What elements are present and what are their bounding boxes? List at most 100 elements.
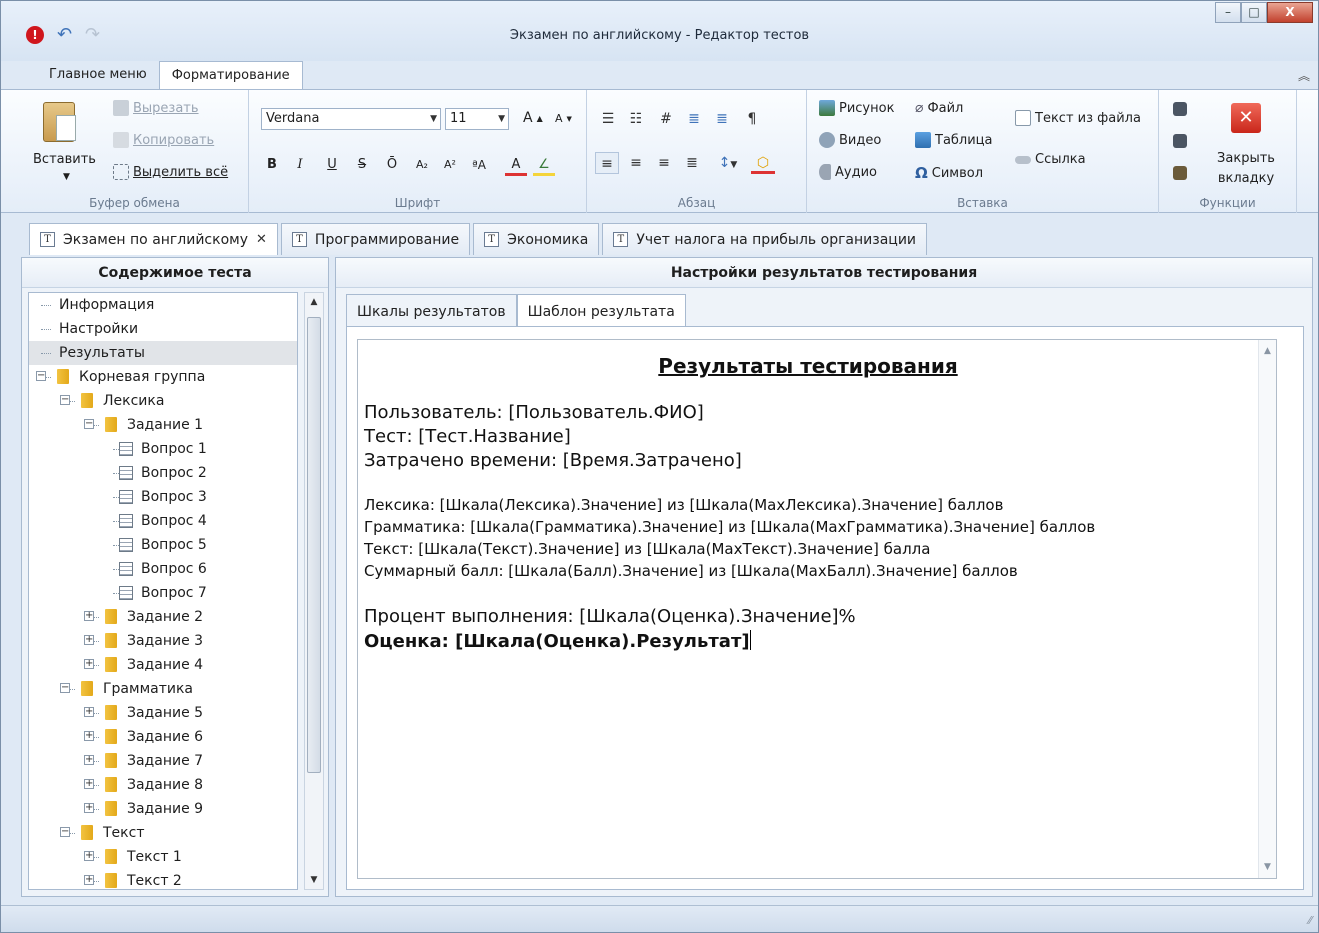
tree-item[interactable]: Настройки [29, 317, 297, 341]
fill-color-button[interactable]: ⬡ [751, 152, 775, 174]
grow-font-button[interactable]: A ▲ [523, 110, 543, 126]
align-left-button[interactable]: ≡ [595, 152, 619, 174]
editor-scrollbar[interactable]: ▲ ▼ [1258, 340, 1276, 878]
tree-item[interactable]: Вопрос 7 [29, 581, 297, 605]
tab-formatting[interactable]: Форматирование [158, 61, 303, 89]
line-spacing-button[interactable]: ↕▼ [711, 152, 745, 174]
tree-item[interactable]: + Задание 8 [29, 773, 297, 797]
doc-tab-programming[interactable]: T Программирование [280, 223, 471, 255]
find-icon[interactable] [1173, 102, 1187, 116]
tree-item[interactable]: Вопрос 1 [29, 437, 297, 461]
doc-tab-tax-accounting[interactable]: T Учет налога на прибыль организации [602, 223, 928, 255]
collapse-icon[interactable]: − [84, 419, 94, 429]
align-right-button[interactable]: ≡ [653, 152, 675, 174]
tree-item[interactable]: Вопрос 3 [29, 485, 297, 509]
tree-item[interactable]: Вопрос 5 [29, 533, 297, 557]
insert-file-button[interactable]: ⌀ Файл [915, 100, 963, 116]
doc-tab-economics[interactable]: T Экономика [473, 223, 600, 255]
template-editor[interactable]: Результаты тестирования Пользователь: [П… [357, 339, 1277, 879]
close-tab-button[interactable]: Закрыть вкладку [1211, 149, 1281, 189]
font-color-button[interactable]: A [505, 154, 527, 176]
insert-audio-button[interactable]: Аудио [819, 164, 877, 180]
tree-item[interactable]: + Задание 3 [29, 629, 297, 653]
paste-button[interactable]: Вставить [33, 152, 96, 167]
expand-icon[interactable]: + [84, 875, 94, 885]
tree-item[interactable]: + Задание 6 [29, 725, 297, 749]
resize-grip-icon[interactable]: ⁄⁄ [1308, 914, 1312, 927]
tree-item[interactable]: + Задание 5 [29, 701, 297, 725]
collapse-icon[interactable]: − [60, 683, 70, 693]
overline-button[interactable]: Ō [383, 154, 401, 176]
insert-video-button[interactable]: Видео [819, 132, 881, 148]
scroll-up-icon[interactable]: ▲ [305, 293, 323, 311]
underline-button[interactable]: U [323, 154, 341, 176]
close-window-button[interactable]: X [1267, 2, 1313, 23]
expand-icon[interactable]: + [84, 755, 94, 765]
decrease-indent-button[interactable]: ≣ [683, 108, 705, 130]
tab-result-scales[interactable]: Шкалы результатов [346, 294, 517, 328]
close-icon[interactable]: ✕ [256, 224, 267, 256]
tree-item[interactable]: Результаты [29, 341, 297, 365]
tab-result-template[interactable]: Шаблон результата [516, 294, 686, 328]
tree-item[interactable]: + Задание 9 [29, 797, 297, 821]
tree-item[interactable]: Вопрос 6 [29, 557, 297, 581]
bullets-button[interactable]: ☰ [597, 108, 619, 130]
subscript-button[interactable]: A₂ [411, 154, 433, 176]
expand-icon[interactable]: + [84, 731, 94, 741]
collapse-ribbon-icon[interactable]: ︽ [1298, 67, 1310, 84]
tree-item[interactable]: + Задание 7 [29, 749, 297, 773]
highlight-button[interactable]: ∠ [533, 154, 555, 176]
insert-picture-button[interactable]: Рисунок [819, 100, 894, 116]
insert-table-button[interactable]: Таблица [915, 132, 993, 148]
expand-icon[interactable]: + [84, 851, 94, 861]
scroll-thumb[interactable] [307, 317, 321, 773]
collapse-icon[interactable]: − [60, 827, 70, 837]
replace-icon[interactable] [1173, 166, 1187, 180]
tree-item[interactable]: + Текст 1 [29, 845, 297, 869]
select-all-button[interactable]: Выделить всё [113, 164, 228, 180]
expand-icon[interactable]: + [84, 659, 94, 669]
insert-link-button[interactable]: Ссылка [1015, 152, 1086, 167]
collapse-icon[interactable]: − [60, 395, 70, 405]
find-next-icon[interactable] [1173, 134, 1187, 148]
align-center-button[interactable]: ≡ [625, 152, 647, 174]
font-size-select[interactable]: 11 ▼ [445, 108, 509, 130]
tree-item[interactable]: − Задание 1 [29, 413, 297, 437]
font-family-select[interactable]: Verdana ▼ [261, 108, 441, 130]
pilcrow-icon[interactable]: ¶ [741, 108, 763, 130]
scroll-up-icon[interactable]: ▲ [1259, 346, 1276, 356]
tree-item[interactable]: − Текст [29, 821, 297, 845]
insert-symbol-button[interactable]: Ω Символ [915, 164, 983, 182]
expand-icon[interactable]: + [84, 803, 94, 813]
tree-item[interactable]: − Корневая группа [29, 365, 297, 389]
tree-scrollbar[interactable]: ▲ ▼ [304, 292, 324, 890]
expand-icon[interactable]: + [84, 779, 94, 789]
tree-item[interactable]: + Задание 4 [29, 653, 297, 677]
italic-button[interactable]: I [291, 154, 309, 176]
tab-main-menu[interactable]: Главное меню [37, 61, 159, 89]
doc-tab-english-exam[interactable]: T Экзамен по английскому ✕ [29, 223, 278, 255]
paste-icon[interactable] [43, 102, 76, 142]
numbered-list-button[interactable]: # [655, 108, 677, 130]
test-tree[interactable]: Информация Настройки Результаты − Корневая г… [28, 292, 298, 890]
tree-item[interactable]: − Грамматика [29, 677, 297, 701]
tree-item[interactable]: + Задание 2 [29, 605, 297, 629]
superscript-button[interactable]: A² [439, 154, 461, 176]
strikethrough-button[interactable]: S [353, 154, 371, 176]
bold-button[interactable]: B [261, 154, 283, 176]
tree-item[interactable]: + Текст 2 [29, 869, 297, 889]
close-tab-icon[interactable]: ✕ [1231, 103, 1261, 133]
tree-item[interactable]: − Лексика [29, 389, 297, 413]
text-from-file-button[interactable]: Текст из файла [1015, 110, 1141, 126]
expand-icon[interactable]: + [84, 635, 94, 645]
justify-button[interactable]: ≣ [681, 152, 703, 174]
expand-icon[interactable]: + [84, 611, 94, 621]
tree-item[interactable]: Информация [29, 293, 297, 317]
scroll-down-icon[interactable]: ▼ [1259, 862, 1276, 872]
maximize-button[interactable]: □ [1241, 2, 1267, 23]
change-case-button[interactable]: ªA [467, 154, 491, 176]
paste-dropdown-icon[interactable]: ▼ [63, 172, 70, 182]
collapse-icon[interactable]: − [36, 371, 46, 381]
minimize-button[interactable]: – [1215, 2, 1241, 23]
shrink-font-button[interactable]: A ▼ [555, 112, 572, 125]
